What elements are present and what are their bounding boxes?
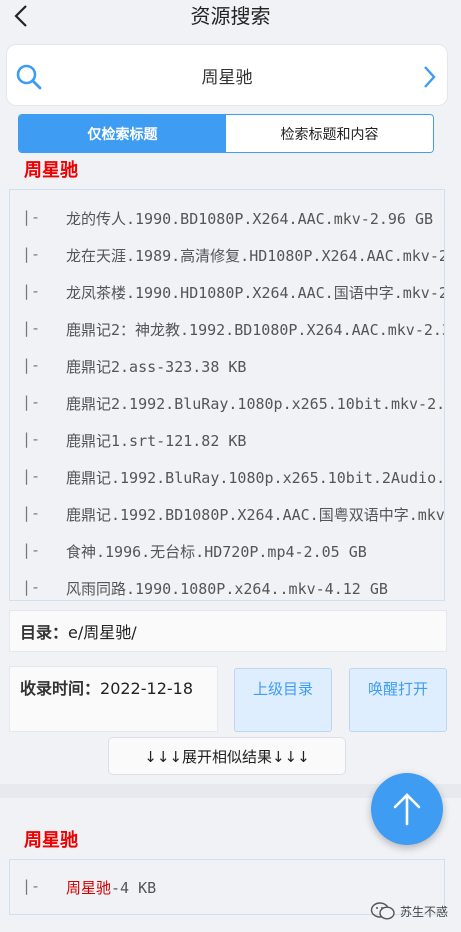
tree-pipe: |- xyxy=(22,208,41,226)
indexed-time-value: 2022-12-18 xyxy=(100,679,193,698)
tree-pipe: |- xyxy=(22,356,41,374)
file-name: 龙凤茶楼.1990.HD1080P.X264.AAC.国语中字.mkv-2.1 … xyxy=(66,284,445,302)
file-name: 龙在天涯.1989.高清修复.HD1080P.X264.AAC.mkv-2.0 … xyxy=(66,247,445,265)
directory-row: 目录： e/周星驰/ xyxy=(9,610,447,652)
header-bar: 资源搜索 xyxy=(0,0,461,32)
page-title: 资源搜索 xyxy=(190,4,271,28)
file-name: 鹿鼎记2.1992.BluRay.1080p.x265.10bit.mkv-2.… xyxy=(66,395,445,413)
expand-similar-button[interactable]: ↓↓↓展开相似结果↓↓↓ xyxy=(108,737,346,775)
file-name: 风雨同路.1990.1080P.x264..mkv-4.12 GB xyxy=(66,580,388,598)
directory-label: 目录： xyxy=(20,623,69,642)
file-row[interactable]: |- 龙在天涯.1989.高清修复.HD1080P.X264.AAC.mkv-2.… xyxy=(10,245,445,269)
result-title[interactable]: 周星驰 xyxy=(24,156,78,182)
file-row[interactable]: |- 鹿鼎记.1992.BluRay.1080p.x265.10bit.2Audi… xyxy=(10,467,445,491)
watermark-text: 苏生不惑 xyxy=(400,904,449,919)
file-row[interactable]: |- 风雨同路.1990.1080P.x264..mkv-4.12 GB xyxy=(10,578,388,600)
file-name: 鹿鼎记1.srt-121.82 KB xyxy=(66,432,247,450)
tab-title-and-content[interactable]: 检索标题和内容 xyxy=(226,115,433,152)
file-name-highlight: 周星驰 xyxy=(66,879,112,897)
parent-directory-button[interactable]: 上级目录 xyxy=(234,668,332,732)
tree-pipe: |- xyxy=(22,541,41,559)
chevron-right-icon[interactable] xyxy=(419,63,439,91)
file-row[interactable]: |- 鹿鼎记.1992.BD1080P.X264.AAC.国粤双语中字.mkv xyxy=(10,504,445,528)
tree-pipe: |- xyxy=(22,319,41,337)
tree-pipe: |- xyxy=(22,245,41,263)
search-bar[interactable]: 周星驰 xyxy=(6,44,448,106)
search-icon[interactable] xyxy=(15,63,43,91)
file-name: 龙的传人.1990.BD1080P.X264.AAC.mkv-2.96 GB xyxy=(66,210,434,228)
indexed-time-label: 收录时间： xyxy=(20,679,101,698)
file-list[interactable]: |- 龙的传人.1990.BD1080P.X264.AAC.mkv-2.96 GB… xyxy=(9,189,445,601)
file-name: 鹿鼎记.1992.BD1080P.X264.AAC.国粤双语中字.mkv xyxy=(66,506,445,524)
tree-pipe: |- xyxy=(22,467,41,485)
wake-open-button[interactable]: 唤醒打开 xyxy=(349,668,447,732)
file-name: 鹿鼎记2.ass-323.38 KB xyxy=(66,358,247,376)
file-row[interactable]: |- 周星驰-4 KB xyxy=(10,877,156,901)
tree-pipe: |- xyxy=(22,282,41,300)
tree-pipe: |- xyxy=(22,578,41,596)
file-row[interactable]: |- 鹿鼎记2.ass-323.38 KB xyxy=(10,356,246,380)
file-name: 周星驰-4 KB xyxy=(66,877,156,901)
tree-pipe: |- xyxy=(22,430,41,448)
search-query[interactable]: 周星驰 xyxy=(7,63,447,88)
indexed-time: 收录时间：2022-12-18 xyxy=(9,666,218,732)
scroll-top-button[interactable] xyxy=(371,773,443,845)
file-name: 食神.1996.无台标.HD720P.mp4-2.05 GB xyxy=(66,543,367,561)
tree-pipe: |- xyxy=(22,393,41,411)
file-size: -4 KB xyxy=(111,879,157,897)
arrow-up-icon xyxy=(393,793,421,826)
result-title[interactable]: 周星驰 xyxy=(24,826,78,852)
file-row[interactable]: |- 食神.1996.无台标.HD720P.mp4-2.05 GB xyxy=(10,541,367,565)
file-row[interactable]: |- 龙的传人.1990.BD1080P.X264.AAC.mkv-2.96 GB xyxy=(10,208,433,232)
tree-pipe: |- xyxy=(22,877,41,895)
file-row[interactable]: |- 鹿鼎记2.1992.BluRay.1080p.x265.10bit.mkv-… xyxy=(10,393,445,417)
search-mode-tabs: 仅检索标题 检索标题和内容 xyxy=(18,114,434,153)
file-row[interactable]: |- 鹿鼎记2：神龙教.1992.BD1080P.X264.AAC.mkv-2.3… xyxy=(10,319,445,343)
watermark: 苏生不惑 xyxy=(370,900,448,922)
file-row[interactable]: |- 龙凤茶楼.1990.HD1080P.X264.AAC.国语中字.mkv-2.… xyxy=(10,282,445,306)
tab-title-only[interactable]: 仅检索标题 xyxy=(19,115,226,152)
wechat-icon xyxy=(370,902,395,920)
file-name: 鹿鼎记.1992.BluRay.1080p.x265.10bit.2Audio.… xyxy=(66,469,445,487)
tree-pipe: |- xyxy=(22,504,41,522)
file-name: 鹿鼎记2：神龙教.1992.BD1080P.X264.AAC.mkv-2.3 G… xyxy=(66,321,445,339)
file-row[interactable]: |- 鹿鼎记1.srt-121.82 KB xyxy=(10,430,246,454)
directory-value: e/周星驰/ xyxy=(68,623,137,642)
